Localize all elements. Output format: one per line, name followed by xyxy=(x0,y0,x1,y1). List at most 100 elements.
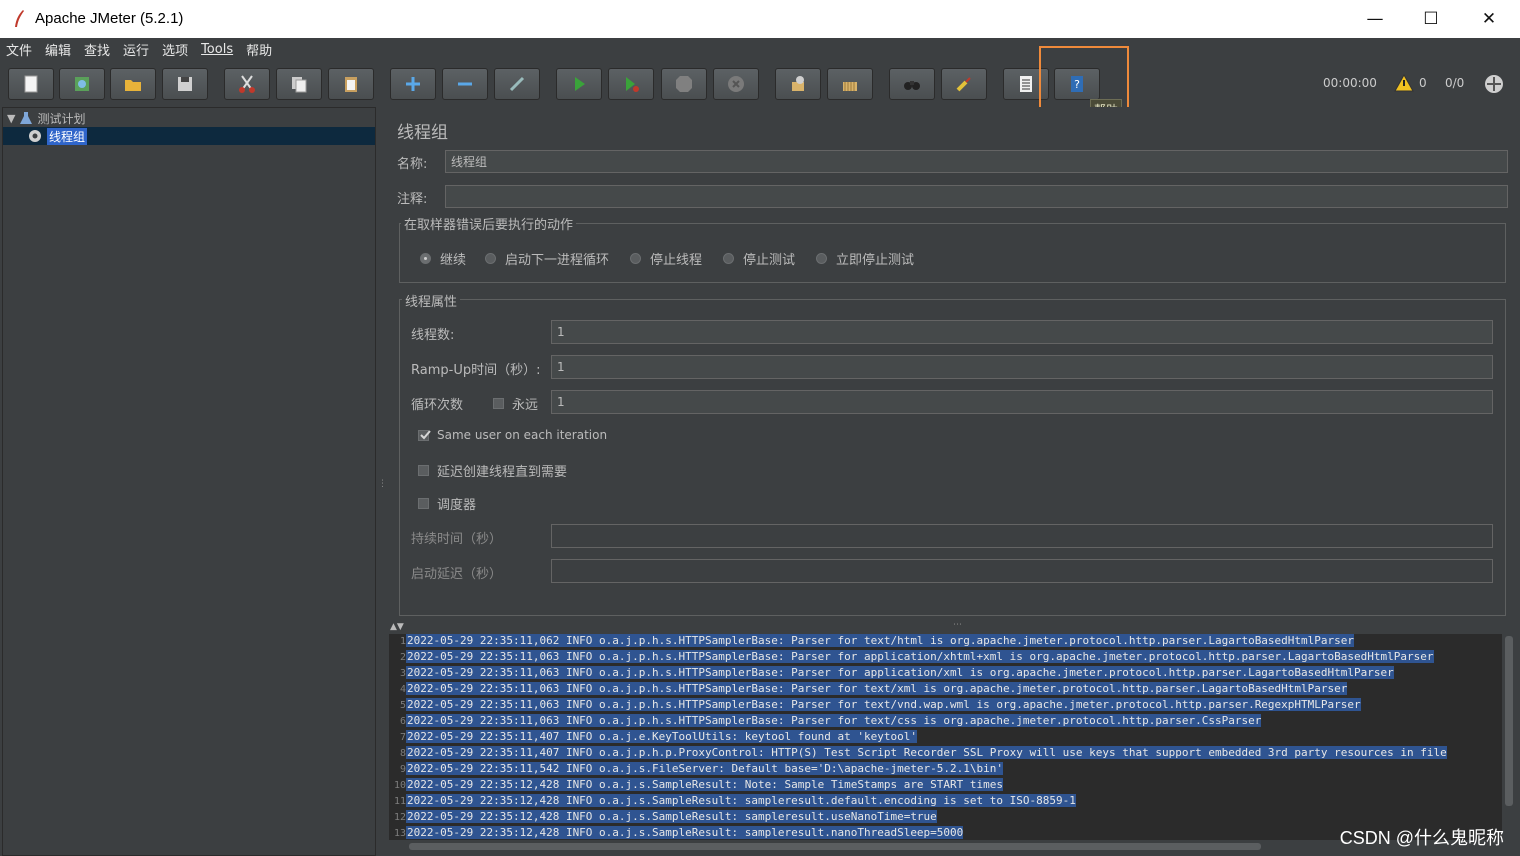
tree-node-thread-group[interactable]: 线程组 xyxy=(3,127,375,145)
comment-input[interactable] xyxy=(445,185,1508,208)
clear-button[interactable] xyxy=(775,68,821,100)
clear-all-button[interactable] xyxy=(827,68,873,100)
radio-label-stop-test: 停止测试 xyxy=(743,253,796,268)
duration-input[interactable] xyxy=(551,524,1493,548)
startup-delay-input[interactable] xyxy=(551,559,1493,583)
radio-continue[interactable]: 继续 xyxy=(420,249,466,268)
checkbox-box xyxy=(418,465,429,476)
panel-heading: 线程组 xyxy=(397,123,448,143)
log-panel: ▲▼ ⋯ 12022-05-29 22:35:11,062 INFO o.a.j… xyxy=(387,620,1518,856)
broom-all-icon xyxy=(843,82,857,91)
log-line: 22022-05-29 22:35:11,063 INFO o.a.j.p.h.… xyxy=(389,650,1502,666)
play-icon xyxy=(575,77,585,91)
start-button[interactable] xyxy=(556,68,602,100)
loop-count-input[interactable]: 1 xyxy=(551,390,1493,414)
log-text: 2022-05-29 22:35:12,428 INFO o.a.j.s.Sam… xyxy=(406,794,1076,807)
menu-file[interactable]: 文件 xyxy=(6,40,32,59)
rampup-label: Ramp-Up时间（秒）: xyxy=(411,363,541,378)
line-number: 13 xyxy=(393,828,406,839)
thread-count-input[interactable]: 1 xyxy=(551,320,1493,344)
menu-help[interactable]: 帮助 xyxy=(246,40,272,59)
tree-label-thread-group: 线程组 xyxy=(47,127,88,145)
log-line: 42022-05-29 22:35:11,063 INFO o.a.j.p.h.… xyxy=(389,682,1502,698)
radio-stop-test[interactable]: 停止测试 xyxy=(723,249,795,268)
menu-run[interactable]: 运行 xyxy=(123,40,149,59)
menu-search[interactable]: 查找 xyxy=(84,40,110,59)
radio-label-stop-thread: 停止线程 xyxy=(650,253,703,268)
broom-gear-icon xyxy=(792,76,804,91)
rampup-input[interactable]: 1 xyxy=(551,355,1493,379)
duration-label: 持续时间（秒） xyxy=(411,532,503,547)
log-line: 122022-05-29 22:35:12,428 INFO o.a.j.s.S… xyxy=(389,810,1502,826)
search-button[interactable] xyxy=(889,68,935,100)
radio-stop-thread[interactable]: 停止线程 xyxy=(630,249,702,268)
radio-stop-test-now[interactable]: 立即停止测试 xyxy=(816,249,914,268)
save-button[interactable] xyxy=(162,68,208,100)
reset-search-button[interactable] xyxy=(941,68,987,100)
radio-start-next-loop[interactable]: 启动下一进程循环 xyxy=(485,249,609,268)
warning-icon[interactable] xyxy=(1394,74,1414,92)
new-button[interactable] xyxy=(8,68,54,100)
line-number: 11 xyxy=(393,796,406,807)
cut-button[interactable] xyxy=(224,68,270,100)
reset-search-broom-icon xyxy=(956,77,971,92)
expand-button[interactable] xyxy=(390,68,436,100)
start-no-pause-button[interactable] xyxy=(608,68,654,100)
stop-button[interactable] xyxy=(661,68,707,100)
log-line: 82022-05-29 22:35:11,407 INFO o.a.j.p.h.… xyxy=(389,746,1502,762)
copy-button[interactable] xyxy=(276,68,322,100)
line-number: 12 xyxy=(393,812,406,823)
expand-arrow-icon[interactable]: ▼ xyxy=(7,112,15,125)
remote-status-icon[interactable] xyxy=(1483,73,1505,95)
radio-label-stop-test-now: 立即停止测试 xyxy=(836,253,915,268)
minus-icon xyxy=(458,82,472,86)
log-line: 92022-05-29 22:35:11,542 INFO o.a.j.s.Fi… xyxy=(389,762,1502,778)
log-line: 72022-05-29 22:35:11,407 INFO o.a.j.e.Ke… xyxy=(389,730,1502,746)
loop-count-label: 循环次数 xyxy=(411,398,464,413)
log-line: 132022-05-29 22:35:12,428 INFO o.a.j.s.S… xyxy=(389,826,1502,840)
menu-options[interactable]: 选项 xyxy=(162,40,188,59)
log-line: 52022-05-29 22:35:11,063 INFO o.a.j.p.h.… xyxy=(389,698,1502,714)
maximize-button[interactable]: ☐ xyxy=(1402,0,1460,38)
scheduler-checkbox[interactable]: 调度器 xyxy=(418,494,476,513)
new-file-icon xyxy=(24,75,38,93)
plus-icon xyxy=(406,77,420,91)
log-vertical-scrollbar[interactable] xyxy=(1503,634,1515,840)
name-input[interactable]: 线程组 xyxy=(445,150,1508,173)
delay-thread-creation-checkbox[interactable]: 延迟创建线程直到需要 xyxy=(418,461,567,480)
same-user-checkbox[interactable]: Same user on each iteration xyxy=(418,428,607,442)
menu-edit[interactable]: 编辑 xyxy=(45,40,71,59)
tree-node-test-plan[interactable]: ▼ 测试计划 xyxy=(7,109,85,127)
name-label: 名称: xyxy=(397,157,428,172)
templates-button[interactable] xyxy=(59,68,105,100)
split-grip-horizontal-icon[interactable]: ⋯ xyxy=(953,620,962,630)
log-text-area[interactable]: 12022-05-29 22:35:11,062 INFO o.a.j.p.h.… xyxy=(389,634,1502,840)
minimize-button[interactable]: — xyxy=(1346,0,1404,38)
scroll-thumb[interactable] xyxy=(409,843,1261,850)
collapse-arrows-icon[interactable]: ▲▼ xyxy=(390,622,404,632)
radio-dot xyxy=(723,253,734,264)
log-line: 102022-05-29 22:35:12,428 INFO o.a.j.s.S… xyxy=(389,778,1502,794)
comment-label: 注释: xyxy=(397,192,428,207)
split-divider[interactable]: ⋮ xyxy=(377,107,387,856)
shutdown-button[interactable] xyxy=(713,68,759,100)
scroll-thumb[interactable] xyxy=(1505,636,1513,806)
radio-label-continue: 继续 xyxy=(440,253,467,268)
open-folder-icon xyxy=(125,80,141,91)
toggle-button[interactable] xyxy=(494,68,540,100)
play-no-pause-icon xyxy=(626,77,639,92)
menu-tools[interactable]: Tools xyxy=(201,42,233,57)
save-icon xyxy=(178,77,192,91)
gear-icon xyxy=(29,130,41,142)
open-button[interactable] xyxy=(110,68,156,100)
log-text: 2022-05-29 22:35:11,542 INFO o.a.j.s.Fil… xyxy=(406,762,1004,775)
log-text: 2022-05-29 22:35:11,063 INFO o.a.j.p.h.s… xyxy=(406,682,1348,695)
thread-count-label: 线程数: xyxy=(411,328,455,343)
forever-checkbox[interactable]: 永远 xyxy=(493,394,538,413)
paste-button[interactable] xyxy=(328,68,374,100)
collapse-button[interactable] xyxy=(442,68,488,100)
split-grip-icon: ⋮ xyxy=(378,479,387,489)
line-number: 8 xyxy=(399,748,406,759)
log-text: 2022-05-29 22:35:11,063 INFO o.a.j.p.h.s… xyxy=(406,650,1434,663)
close-button[interactable]: ✕ xyxy=(1460,0,1518,38)
